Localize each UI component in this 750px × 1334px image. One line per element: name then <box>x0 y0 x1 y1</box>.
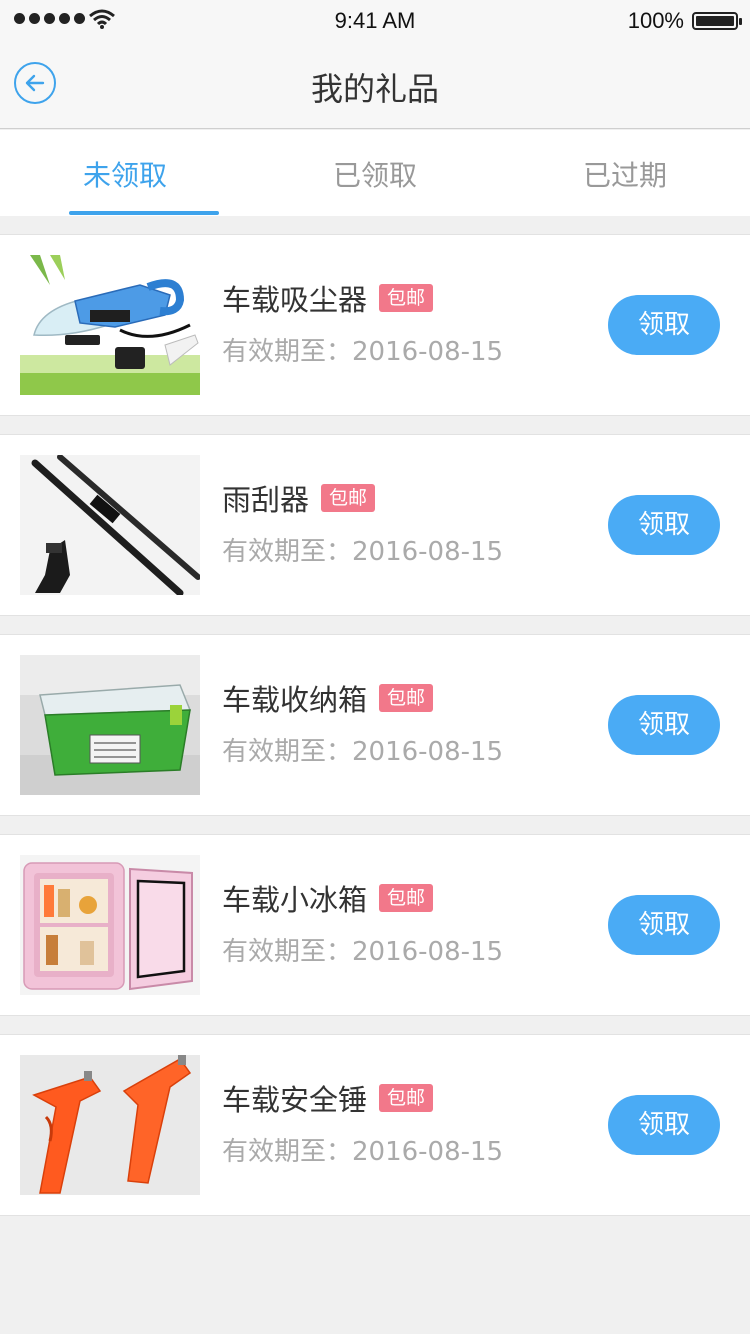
product-image-wiper-blades <box>20 455 200 595</box>
free-shipping-badge: 包邮 <box>379 284 434 312</box>
list-item: 雨刮器 包邮 有效期至：2016-08-15 领取 <box>0 434 750 616</box>
free-shipping-badge: 包邮 <box>379 884 434 912</box>
expiry-date: 有效期至：2016-08-15 <box>222 937 504 967</box>
tab-label: 已领取 <box>332 159 417 192</box>
expiry-date: 有效期至：2016-08-15 <box>222 537 504 567</box>
nav-bar: 我的礼品 <box>0 40 750 129</box>
product-name: 车载吸尘器 <box>222 283 368 317</box>
list-item: 车载吸尘器 包邮 有效期至：2016-08-15 领取 <box>0 234 750 416</box>
product-name: 车载收纳箱 <box>222 683 368 717</box>
battery-percent: 100% <box>627 8 684 33</box>
claim-button[interactable]: 领取 <box>608 1095 720 1155</box>
claim-button[interactable]: 领取 <box>608 695 720 755</box>
battery-icon <box>692 12 742 30</box>
claim-button[interactable]: 领取 <box>608 495 720 555</box>
product-name: 车载安全锤 <box>222 1083 368 1117</box>
claim-button[interactable]: 领取 <box>608 295 720 355</box>
list-item: 车载安全锤 包邮 有效期至：2016-08-15 领取 <box>0 1034 750 1216</box>
product-image-car-vacuum <box>20 255 200 395</box>
product-image-storage-box <box>20 655 200 795</box>
list-item: 车载收纳箱 包邮 有效期至：2016-08-15 领取 <box>0 634 750 816</box>
status-bar: 9:41 AM 100% <box>0 0 750 40</box>
tab-bar: 未领取 已领取 已过期 <box>0 130 750 216</box>
free-shipping-badge: 包邮 <box>379 684 434 712</box>
gift-list: 车载吸尘器 包邮 有效期至：2016-08-15 领取 雨刮器 包邮 有效期至：… <box>0 234 750 1234</box>
tab-label: 未领取 <box>82 159 167 192</box>
product-image-mini-fridge <box>20 855 200 995</box>
free-shipping-badge: 包邮 <box>321 484 376 512</box>
product-image-safety-hammer <box>20 1055 200 1195</box>
free-shipping-badge: 包邮 <box>379 1084 434 1112</box>
page-title: 我的礼品 <box>310 70 439 108</box>
tab-label: 已过期 <box>582 159 667 192</box>
expiry-date: 有效期至：2016-08-15 <box>222 337 504 367</box>
expiry-date: 有效期至：2016-08-15 <box>222 1137 504 1167</box>
tab-claimed[interactable]: 已领取 <box>250 130 500 216</box>
expiry-date: 有效期至：2016-08-15 <box>222 737 504 767</box>
active-tab-indicator <box>69 211 219 215</box>
product-name: 车载小冰箱 <box>222 883 368 917</box>
product-name: 雨刮器 <box>222 483 310 517</box>
tab-unclaimed[interactable]: 未领取 <box>0 130 250 216</box>
claim-button[interactable]: 领取 <box>608 895 720 955</box>
list-item: 车载小冰箱 包邮 有效期至：2016-08-15 领取 <box>0 834 750 1016</box>
tab-expired[interactable]: 已过期 <box>500 130 750 216</box>
